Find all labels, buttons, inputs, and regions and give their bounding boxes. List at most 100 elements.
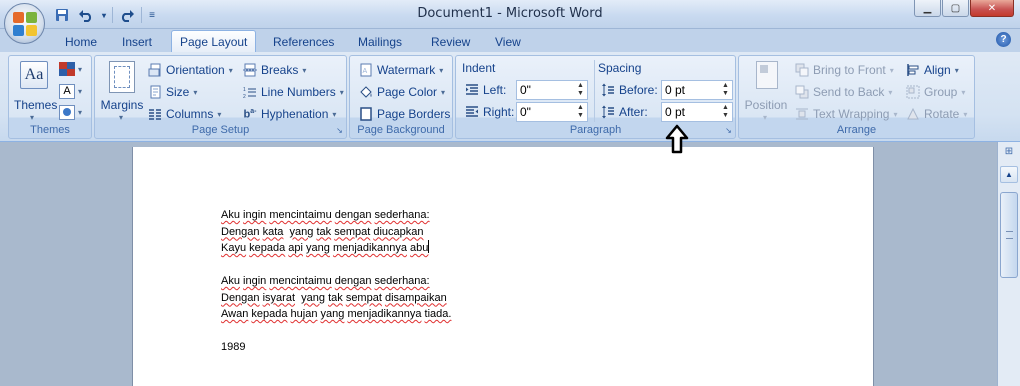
text-cursor (428, 240, 430, 253)
page-color-label: Page Color (377, 85, 438, 99)
text-line[interactable]: Aku ingin mencintaimu dengan sederhana: (221, 207, 451, 224)
columns-button[interactable]: Columns ▾ (147, 105, 221, 123)
spinner-arrows-icon[interactable]: ▲ ▼ (576, 104, 585, 120)
text-line[interactable]: Awan kepada hujan yang menjadikannya tia… (221, 306, 451, 323)
hyphenation-label: Hyphenation (261, 107, 329, 121)
bring-to-front-button[interactable]: Bring to Front ▾ (794, 61, 894, 79)
hyphenation-button[interactable]: ba- Hyphenation ▾ (242, 105, 337, 123)
blank-line[interactable] (221, 257, 451, 274)
rotate-label: Rotate (924, 107, 960, 121)
margins-button[interactable]: Margins ▾ (99, 59, 145, 122)
spacing-before-input[interactable]: 0 pt ▲ ▼ (661, 80, 733, 100)
size-button[interactable]: Size ▾ (147, 83, 197, 101)
breaks-icon (242, 62, 258, 78)
group-icon (905, 84, 921, 100)
spinner-arrows-icon[interactable]: ▲ ▼ (576, 82, 585, 98)
page-background-group: A Watermark ▾ Page Color ▾ Page Borders Pa… (349, 55, 453, 139)
spacing-after-value: 0 pt (665, 105, 686, 119)
position-button[interactable]: Position ▾ (743, 59, 789, 122)
themes-button[interactable]: Aa Themes ▾ (14, 59, 58, 122)
tab-review[interactable]: Review (423, 32, 478, 52)
tab-page-layout[interactable]: Page Layout (171, 30, 257, 52)
paint-bucket-icon (358, 84, 374, 100)
page-setup-dialog-launcher-icon[interactable]: ↘ (335, 127, 344, 136)
spacing-heading: Spacing (598, 61, 642, 75)
indent-right-input[interactable]: 0" ▲ ▼ (516, 102, 588, 122)
text-line[interactable]: Aku ingin mencintaimu dengan sederhana: (221, 273, 451, 290)
page-setup-group: Margins ▾ Orientation ▾ Size ▾ Columns ▾ Br… (94, 55, 347, 139)
line-numbers-icon: 12 (242, 84, 258, 100)
theme-fonts-button[interactable]: A ▾ (59, 82, 87, 100)
theme-colors-button[interactable]: ▾ (59, 60, 87, 78)
margins-icon (109, 61, 135, 93)
text-wrapping-icon (794, 106, 810, 122)
watermark-button[interactable]: A Watermark ▾ (358, 61, 443, 79)
page-background-group-label: Page Background (357, 124, 445, 136)
themes-icon: Aa (20, 61, 48, 89)
chevron-down-icon: ▾ (119, 113, 124, 122)
text-line[interactable]: Dengan isyarat yang tak sempat disampaik… (221, 290, 451, 307)
rotate-button[interactable]: Rotate ▾ (905, 105, 967, 123)
send-to-back-button[interactable]: Send to Back ▾ (794, 83, 892, 101)
indent-heading: Indent (462, 61, 496, 75)
indent-left-input[interactable]: 0" ▲ ▼ (516, 80, 588, 100)
text-line[interactable]: Dengan kata yang tak sempat diucapkan (221, 224, 451, 241)
text-wrapping-button[interactable]: Text Wrapping ▾ (794, 105, 898, 123)
minimize-button[interactable]: ▁ (914, 0, 941, 17)
svg-text:1: 1 (243, 87, 246, 93)
spinner-arrows-icon[interactable]: ▲ ▼ (721, 82, 730, 98)
breaks-label: Breaks (261, 63, 299, 77)
page-color-button[interactable]: Page Color ▾ (358, 83, 445, 101)
bring-to-front-label: Bring to Front (813, 63, 886, 77)
document-workspace: Aku ingin mencintaimu dengan sederhana: D… (0, 142, 997, 386)
tab-home[interactable]: Home (57, 32, 105, 52)
tab-view[interactable]: View (487, 32, 529, 52)
position-icon (756, 61, 778, 89)
watermark-icon: A (358, 62, 374, 78)
maximize-button[interactable]: ▢ (942, 0, 969, 17)
view-ruler-icon[interactable]: ⊞ (1001, 146, 1017, 162)
arrange-group-label: Arrange (836, 124, 877, 136)
indent-right-icon (464, 104, 480, 120)
breaks-button[interactable]: Breaks ▾ (242, 61, 306, 79)
text-wrapping-label: Text Wrapping (813, 107, 890, 121)
window-title: Document1 - Microsoft Word (417, 6, 603, 21)
office-button[interactable] (4, 3, 45, 44)
annotation-arrow-icon (665, 124, 689, 154)
close-button[interactable]: ✕ (970, 0, 1014, 17)
spacing-after-input[interactable]: 0 pt ▲ ▼ (661, 102, 733, 122)
spinner-arrows-icon[interactable]: ▲ ▼ (721, 104, 730, 120)
text-line[interactable]: 1989 (221, 339, 451, 356)
size-icon (147, 84, 163, 100)
scroll-thumb[interactable] (1000, 192, 1018, 278)
orientation-label: Orientation (166, 63, 225, 77)
paragraph-divider (594, 60, 595, 122)
paragraph-dialog-launcher-icon[interactable]: ↘ (724, 127, 733, 136)
tab-insert[interactable]: Insert (114, 32, 160, 52)
blank-line[interactable] (221, 323, 451, 340)
indent-left-value: 0" (520, 83, 531, 97)
scroll-up-button[interactable]: ▲ (1000, 166, 1018, 183)
arrange-group: Position ▾ Bring to Front ▾ Send to Back ▾… (738, 55, 975, 139)
align-icon (905, 62, 921, 78)
ribbon-tabs: Home Insert Page Layout References Maili… (0, 29, 1020, 52)
page-borders-button[interactable]: Page Borders (358, 105, 450, 123)
theme-effects-button[interactable]: ▾ (59, 103, 87, 121)
text-line[interactable]: Kayu kepada api yang menjadikannya abu (221, 240, 451, 257)
themes-button-label: Themes (14, 98, 58, 112)
theme-fonts-icon: A (59, 83, 75, 99)
align-button[interactable]: Align ▾ (905, 61, 959, 79)
align-label: Align (924, 63, 951, 77)
theme-effects-icon (59, 104, 75, 120)
columns-icon (147, 106, 163, 122)
orientation-button[interactable]: Orientation ▾ (147, 61, 233, 79)
group-button[interactable]: Group ▾ (905, 83, 965, 101)
tab-references[interactable]: References (265, 32, 342, 52)
tab-mailings[interactable]: Mailings (350, 32, 410, 52)
indent-right-label-row: Right: (464, 103, 514, 121)
document-body[interactable]: Aku ingin mencintaimu dengan sederhana: D… (221, 207, 451, 356)
line-numbers-button[interactable]: 12 Line Numbers ▾ (242, 83, 344, 101)
vertical-scrollbar[interactable]: ⊞ ▲ (997, 142, 1020, 386)
document-page[interactable]: Aku ingin mencintaimu dengan sederhana: D… (132, 147, 874, 386)
help-icon[interactable]: ? (996, 32, 1011, 47)
